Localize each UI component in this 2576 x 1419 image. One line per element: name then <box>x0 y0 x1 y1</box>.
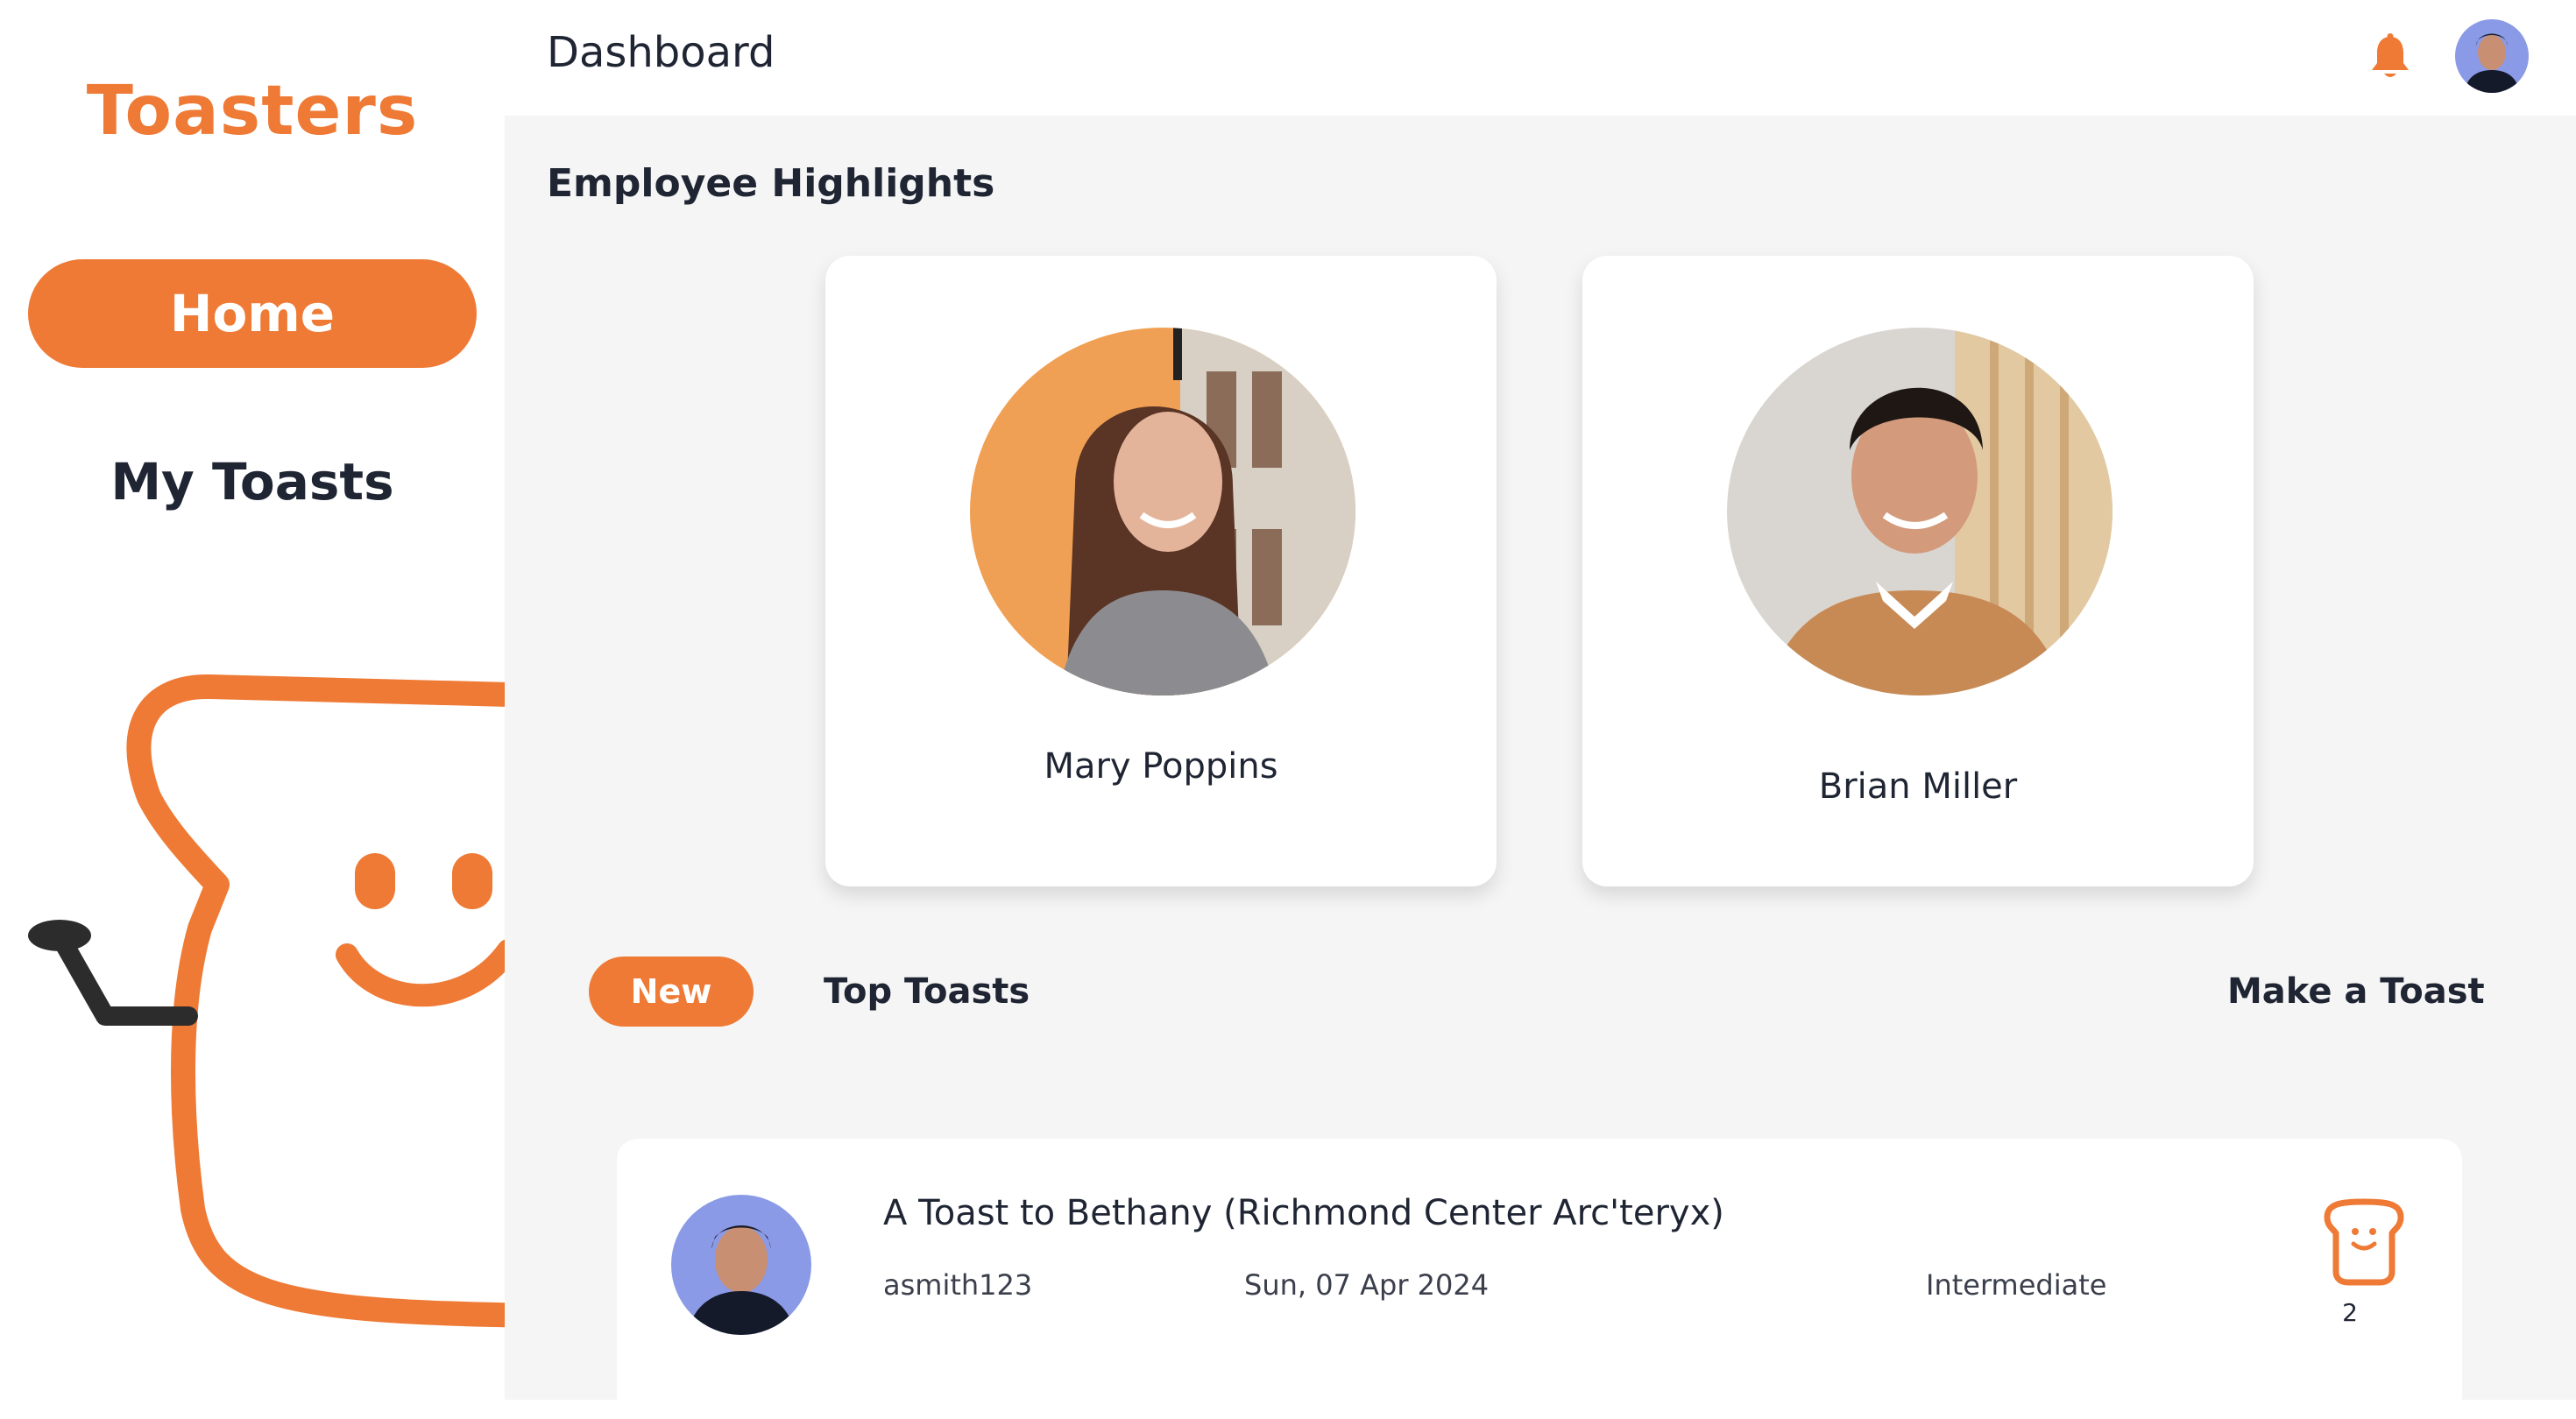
toast-mascot-illustration <box>28 674 505 1328</box>
author-avatar <box>671 1195 811 1335</box>
employee-photo <box>970 328 1355 695</box>
toast-date: Sun, 07 Apr 2024 <box>1244 1268 1490 1302</box>
toast-count: 2 <box>2342 1298 2358 1327</box>
page-title: Dashboard <box>547 28 775 77</box>
app-logo[interactable]: Toasters <box>0 72 505 151</box>
employee-name: Brian Miller <box>1818 766 2018 807</box>
bell-icon[interactable] <box>2369 33 2411 81</box>
sidebar-item-my-toasts[interactable]: My Toasts <box>28 438 477 526</box>
tab-top-toasts[interactable]: Top Toasts <box>824 957 1030 1027</box>
employee-card[interactable]: Brian Miller <box>1582 256 2254 886</box>
toast-list-item[interactable]: A Toast to Bethany (Richmond Center Arc'… <box>617 1139 2462 1419</box>
user-avatar[interactable] <box>2455 19 2529 93</box>
sidebar-item-home[interactable]: Home <box>28 259 477 368</box>
employee-card[interactable]: Mary Poppins <box>825 256 1497 886</box>
make-a-toast-button[interactable]: Make a Toast <box>2227 957 2485 1027</box>
toast-icon[interactable] <box>2320 1198 2408 1286</box>
employee-name: Mary Poppins <box>1044 746 1278 787</box>
employee-highlights-title: Employee Highlights <box>547 161 995 206</box>
employee-photo <box>1727 328 2112 695</box>
main-content: Employee Highlights Mary Poppins Brian M… <box>505 116 2576 1419</box>
toast-title[interactable]: A Toast to Bethany (Richmond Center Arc'… <box>883 1193 1724 1233</box>
toast-level: Intermediate <box>1926 1268 2107 1302</box>
tab-new[interactable]: New <box>589 957 754 1027</box>
sidebar: Toasters Home My Toasts <box>0 0 505 1400</box>
toast-author: asmith123 <box>883 1268 1033 1302</box>
top-header: Dashboard <box>505 0 2576 116</box>
